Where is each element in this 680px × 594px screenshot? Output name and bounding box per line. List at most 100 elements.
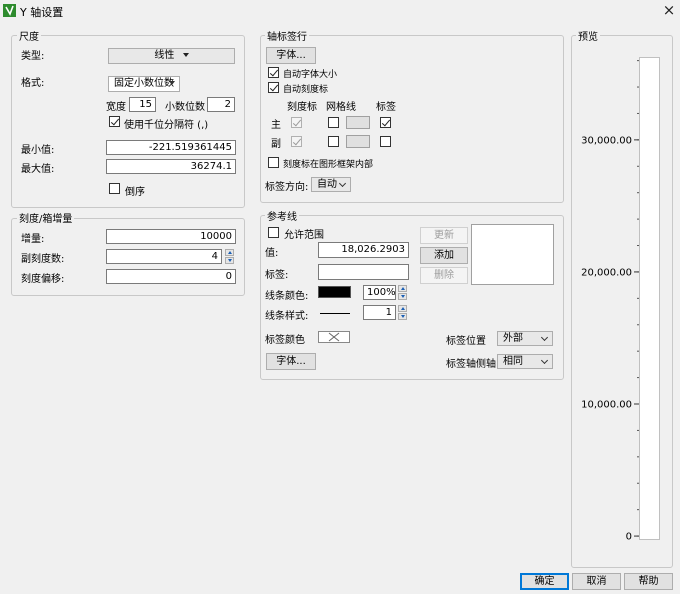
col-label-header: 标签: [376, 102, 396, 113]
auto-ticks-label: 自动刻度标: [283, 85, 329, 95]
delete-button[interactable]: 删除: [420, 267, 468, 284]
row-major-label: 主: [271, 120, 281, 131]
scale-group-label: 尺度: [17, 28, 41, 43]
tick-label: 0: [626, 532, 632, 543]
orientation-dropdown-value: 自动: [317, 179, 337, 190]
opacity-field[interactable]: 100%: [363, 285, 396, 300]
line-color-swatch[interactable]: [318, 286, 351, 298]
type-dropdown-value: 线性: [154, 50, 175, 61]
label-color-swatch[interactable]: [318, 331, 350, 343]
major-ticks-checkbox[interactable]: [291, 117, 302, 128]
ref-label-label: 标签:: [265, 270, 289, 281]
label-side-dropdown-value: 相同: [503, 356, 523, 367]
update-button[interactable]: 更新: [420, 227, 468, 244]
max-label: 最大值:: [21, 164, 55, 175]
line-color-label: 线条颜色:: [265, 291, 309, 302]
minor-field[interactable]: 4: [106, 249, 222, 264]
thousands-label: 使用千位分隔符 (,): [124, 120, 209, 131]
opacity-stepper[interactable]: [398, 285, 407, 300]
major-grid-color-swatch[interactable]: [346, 116, 370, 129]
auto-font-checkbox[interactable]: [268, 67, 279, 78]
inside-frame-checkbox[interactable]: [268, 157, 279, 168]
ticks-group-label: 刻度/箱增量: [17, 210, 75, 225]
stepper-down-icon[interactable]: [398, 293, 407, 300]
label-pos-dropdown[interactable]: 外部: [497, 331, 553, 346]
width-label: 宽度: [106, 102, 126, 113]
dropdown-arrow-icon: [182, 53, 189, 57]
minor-label-checkbox[interactable]: [380, 136, 391, 147]
add-button[interactable]: 添加: [420, 247, 468, 264]
reverse-label: 倒序: [125, 187, 145, 198]
auto-ticks-checkbox[interactable]: [268, 82, 279, 93]
type-dropdown[interactable]: 线性: [108, 48, 235, 64]
thousands-checkbox[interactable]: [109, 116, 120, 127]
orientation-label: 标签方向:: [265, 182, 309, 193]
minor-grid-checkbox[interactable]: [328, 136, 339, 147]
minor-label: 副刻度数:: [21, 254, 65, 265]
increment-field[interactable]: 10000: [106, 229, 236, 244]
label-side-dropdown[interactable]: 相同: [497, 354, 553, 369]
min-field[interactable]: -221.519361445: [106, 140, 236, 155]
label-side-label: 标签轴侧轴: [446, 359, 496, 370]
app-icon: [3, 4, 16, 17]
label-pos-label: 标签位置: [446, 336, 486, 347]
decimals-label: 小数位数: [165, 102, 205, 113]
chevron-down-icon: [338, 179, 347, 188]
type-label: 类型:: [21, 51, 45, 62]
reference-line-group-label: 参考线: [265, 208, 299, 223]
min-label: 最小值:: [21, 145, 55, 156]
tick-label: 20,000.00: [581, 267, 632, 278]
tick-label: 10,000.00: [581, 400, 632, 411]
reverse-checkbox[interactable]: [109, 183, 120, 194]
ref-label-field[interactable]: [318, 264, 409, 280]
orientation-dropdown[interactable]: 自动: [311, 177, 351, 192]
minor-grid-color-swatch[interactable]: [346, 135, 370, 148]
ok-button[interactable]: 确定: [520, 573, 569, 590]
allow-range-checkbox[interactable]: [268, 227, 279, 238]
stepper-up-icon[interactable]: [398, 305, 407, 312]
x-swatch-icon: [328, 332, 340, 342]
help-button[interactable]: 帮助: [624, 573, 673, 590]
close-icon[interactable]: ×: [660, 1, 678, 19]
ref-value-label: 值:: [265, 248, 279, 259]
cancel-button[interactable]: 取消: [572, 573, 621, 590]
label-pos-dropdown-value: 外部: [503, 333, 523, 344]
stepper-up-icon[interactable]: [225, 249, 234, 256]
minor-ticks-checkbox[interactable]: [291, 136, 302, 147]
axis-font-button[interactable]: 字体...: [266, 47, 316, 64]
decimals-field[interactable]: 2: [207, 97, 235, 112]
chevron-down-icon: [540, 333, 549, 342]
major-grid-checkbox[interactable]: [328, 117, 339, 128]
stepper-up-icon[interactable]: [398, 285, 407, 292]
line-style-label: 线条样式:: [265, 311, 309, 322]
ref-font-button[interactable]: 字体...: [266, 353, 316, 370]
window-title: Y 轴设置: [20, 6, 64, 19]
stepper-down-icon[interactable]: [225, 257, 234, 264]
offset-field[interactable]: 0: [106, 269, 236, 284]
format-dropdown[interactable]: 固定小数位数: [108, 76, 180, 92]
row-minor-label: 副: [271, 139, 281, 150]
chevron-down-icon: [540, 356, 549, 365]
major-label-checkbox[interactable]: [380, 117, 391, 128]
label-color-label: 标签颜色: [265, 335, 305, 346]
ref-value-field[interactable]: 18,026.2903: [318, 242, 409, 258]
line-style-sample[interactable]: [320, 313, 350, 314]
col-grid-header: 网格线: [326, 102, 356, 113]
minor-stepper[interactable]: [225, 249, 234, 264]
format-label: 格式:: [21, 78, 45, 89]
increment-label: 增量:: [21, 234, 45, 245]
auto-font-label: 自动字体大小: [283, 70, 338, 80]
line-width-field[interactable]: 1: [363, 305, 396, 320]
preview-axis: 30,000.00 20,000.00 10,000.00 0: [581, 60, 639, 543]
inside-frame-label: 刻度标在图形框架内部: [283, 160, 374, 170]
format-dropdown-value: 固定小数位数: [114, 78, 174, 89]
offset-label: 刻度偏移:: [21, 274, 65, 285]
col-ticks-header: 刻度标: [287, 102, 317, 113]
line-width-stepper[interactable]: [398, 305, 407, 320]
max-field[interactable]: 36274.1: [106, 159, 236, 174]
stepper-down-icon[interactable]: [398, 313, 407, 320]
width-field[interactable]: 15: [129, 97, 156, 112]
reference-line-list[interactable]: [471, 224, 554, 285]
title-bar: [0, 0, 680, 22]
dropdown-arrow-icon: [169, 81, 175, 85]
